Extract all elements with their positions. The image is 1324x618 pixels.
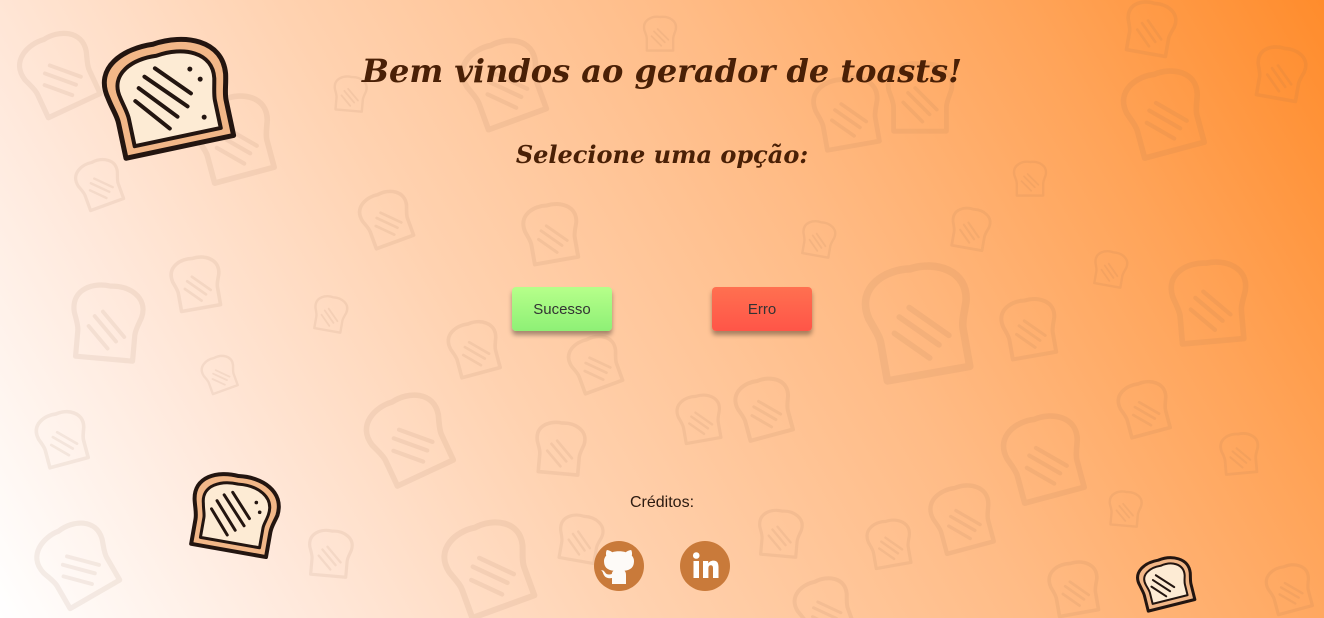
- page-title: Bem vindos ao gerador de toasts!: [361, 52, 963, 90]
- linkedin-icon: [680, 541, 730, 591]
- page-subtitle: Selecione uma opção:: [515, 140, 809, 169]
- success-button[interactable]: Sucesso: [512, 287, 612, 331]
- github-icon: [594, 541, 644, 591]
- toast-illustration-medium: [189, 472, 281, 560]
- toast-illustration-small: [1136, 556, 1197, 613]
- credits-label: Créditos:: [629, 494, 695, 511]
- github-link[interactable]: [594, 541, 644, 591]
- linkedin-link[interactable]: [680, 541, 730, 591]
- error-button[interactable]: Erro: [712, 287, 812, 331]
